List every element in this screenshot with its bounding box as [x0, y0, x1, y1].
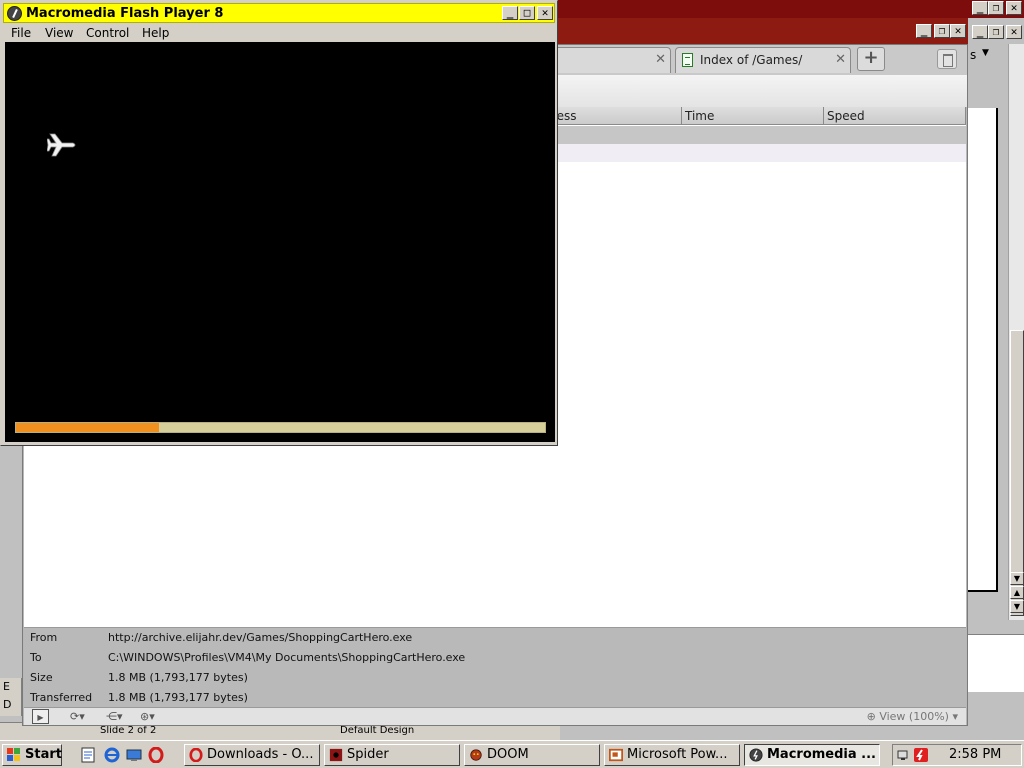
taskbar-label: Macromedia ...: [767, 747, 876, 762]
flash-stage[interactable]: [5, 42, 555, 442]
restore-icon[interactable]: ❐: [988, 25, 1004, 39]
list-item[interactable]: ne: [534, 144, 966, 162]
menu-help[interactable]: Help: [142, 24, 169, 42]
system-tray: 2:58 PM: [892, 744, 1022, 766]
background-left-strip: E D: [0, 678, 22, 716]
background-slide-area: [968, 108, 998, 592]
tab-bar: ✕ Index of /Games/ ✕ +: [547, 45, 967, 75]
start-label: Start: [25, 747, 62, 762]
airplane-icon: [47, 133, 76, 157]
transferred-value: 1.8 MB (1,793,177 bytes): [108, 691, 248, 704]
trash-icon[interactable]: [937, 49, 957, 69]
flash-app-icon: [7, 6, 22, 21]
start-button[interactable]: Start: [2, 744, 62, 766]
partial-menu-text: s: [970, 48, 977, 62]
strip-label: D: [3, 698, 12, 711]
minimize-icon[interactable]: _: [972, 1, 988, 15]
doom-icon: [470, 749, 482, 761]
close-icon[interactable]: ✕: [655, 48, 666, 72]
taskbar-button-downloads[interactable]: Downloads - O...: [184, 744, 320, 766]
settings-icon[interactable]: ⊛▾: [140, 709, 155, 724]
powerpoint-titlebar: _ ❐ ✕: [556, 18, 968, 44]
loading-progress-fill: [16, 423, 159, 432]
zoom-label: View (100%): [879, 710, 949, 723]
scroll-page-up-icon[interactable]: ▲: [1010, 586, 1024, 599]
new-tab-button[interactable]: +: [857, 47, 885, 71]
column-header-speed[interactable]: Speed: [824, 107, 966, 125]
spider-icon: [329, 748, 343, 762]
menu-control[interactable]: Control: [86, 24, 129, 42]
tab-label: Index of /Games/: [700, 53, 803, 67]
slide-counter: Slide 2 of 2: [100, 725, 157, 736]
background-window-titlebar: _ ❐ ✕: [556, 0, 1024, 18]
restore-icon[interactable]: ❐: [988, 1, 1004, 15]
refresh-icon[interactable]: ⟳▾: [70, 709, 85, 724]
chevron-down-icon: ▾: [948, 710, 958, 723]
notepad-icon[interactable]: [80, 747, 96, 763]
downloads-toolbar: ▶ ⟳▾ ⋲▾ ⊛▾ ⊕ View (100%) ▾: [24, 707, 966, 725]
close-icon[interactable]: ✕: [835, 48, 846, 72]
transferred-label: Transferred: [30, 691, 93, 704]
size-label: Size: [30, 671, 53, 684]
minimize-icon[interactable]: _: [916, 24, 932, 38]
to-value[interactable]: C:\WINDOWS\Profiles\VM4\My Documents\Sho…: [108, 651, 465, 664]
window-title: Macromedia Flash Player 8: [26, 6, 224, 21]
powerpoint-icon: [609, 748, 623, 762]
flash-menubar: File View Control Help: [3, 24, 555, 42]
flash-icon: [749, 748, 763, 762]
taskbar-label: Microsoft Pow...: [627, 747, 728, 762]
taskbar-button-flash-player[interactable]: Macromedia ...: [744, 744, 880, 766]
flashget-icon[interactable]: [913, 747, 929, 763]
share-icon[interactable]: ⋲▾: [106, 709, 123, 724]
maximize-icon[interactable]: □: [519, 6, 535, 20]
opera-icon: [189, 748, 203, 762]
flash-player-window: Macromedia Flash Player 8 _ □ ✕ File Vie…: [0, 0, 558, 446]
menu-view[interactable]: View: [45, 24, 73, 42]
minimize-icon[interactable]: _: [972, 25, 988, 39]
tab-index-of-games[interactable]: Index of /Games/ ✕: [675, 47, 851, 73]
minimize-icon[interactable]: _: [502, 6, 518, 20]
scroll-page-down-icon[interactable]: ▼: [1010, 600, 1024, 613]
panel-toggle-icon[interactable]: ▶: [32, 709, 49, 724]
windows-logo-icon: [7, 748, 21, 762]
list-item[interactable]: ne: [534, 126, 966, 144]
design-name: Default Design: [340, 725, 415, 736]
size-value: 1.8 MB (1,793,177 bytes): [108, 671, 248, 684]
zoom-icon: ⊕: [866, 710, 880, 723]
scroll-down-icon[interactable]: ▼: [1010, 572, 1024, 585]
vertical-scrollbar[interactable]: ▼ ▲ ▼: [1008, 44, 1024, 620]
from-label: From: [30, 631, 58, 644]
from-value[interactable]: http://archive.elijahr.dev/Games/Shoppin…: [108, 631, 412, 644]
download-details: From http://archive.elijahr.dev/Games/Sh…: [24, 627, 966, 707]
tab-downloads[interactable]: ✕: [547, 47, 671, 73]
taskbar-label: Spider: [347, 747, 389, 762]
close-icon[interactable]: ✕: [1006, 1, 1022, 15]
taskbar-label: Downloads - O...: [207, 747, 314, 762]
page-icon: [682, 53, 693, 67]
taskbar-button-spider[interactable]: Spider: [324, 744, 460, 766]
close-icon[interactable]: ✕: [950, 24, 966, 38]
opera-icon[interactable]: [148, 747, 164, 763]
close-icon[interactable]: ✕: [1006, 25, 1022, 39]
chevron-down-icon: ▼: [982, 48, 989, 58]
column-header-time[interactable]: Time: [682, 107, 824, 125]
menu-file[interactable]: File: [11, 24, 31, 42]
internet-explorer-icon[interactable]: [104, 747, 120, 763]
taskbar-label: DOOM: [487, 747, 529, 762]
close-icon[interactable]: ✕: [537, 6, 553, 20]
background-notes-area: [968, 634, 1024, 692]
restore-icon[interactable]: ❐: [934, 24, 950, 38]
loading-progress-bar: [15, 422, 546, 433]
strip-label: E: [3, 680, 10, 693]
taskbar-button-powerpoint[interactable]: Microsoft Pow...: [604, 744, 740, 766]
desktop-icon[interactable]: [126, 747, 142, 763]
taskbar-button-doom[interactable]: DOOM: [464, 744, 600, 766]
network-icon[interactable]: [897, 747, 913, 763]
clock[interactable]: 2:58 PM: [949, 745, 1001, 765]
taskbar: Start Downloads - O... Spider DOOM Micro…: [0, 740, 1024, 768]
to-label: To: [30, 651, 42, 664]
view-zoom-menu[interactable]: ⊕ View (100%) ▾: [867, 709, 958, 724]
flash-titlebar[interactable]: Macromedia Flash Player 8 _ □ ✕: [3, 3, 555, 23]
downloads-header: [557, 75, 967, 107]
